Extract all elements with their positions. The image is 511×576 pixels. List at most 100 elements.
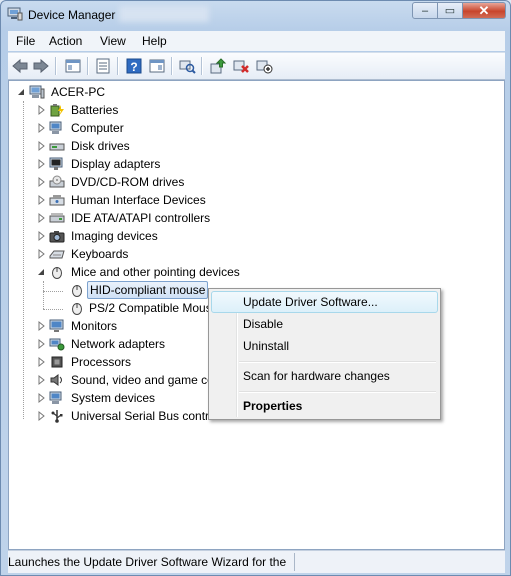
menu-action[interactable]: Action [49, 34, 82, 48]
tree-item-display-adapters[interactable]: Display adapters [9, 155, 309, 173]
expand-arrow-icon[interactable] [37, 209, 46, 227]
minimize-button[interactable]: – [412, 2, 438, 19]
forward-icon[interactable] [32, 57, 50, 75]
menu-bar: File Action View Help [8, 31, 505, 51]
tree-item-label-selected: HID-compliant mouse [87, 281, 209, 299]
tree-item-label: Sound, video and game controllers [71, 373, 214, 387]
menu-separator [239, 361, 436, 363]
scan-hardware-icon[interactable] [178, 57, 196, 75]
context-menu: Update Driver Software... Disable Uninst… [208, 288, 441, 420]
disable-menu-item[interactable]: Disable [211, 313, 438, 335]
tree-item-label: Disk drives [71, 139, 130, 153]
mouse-icon [52, 267, 62, 279]
display-adapter-icon [49, 157, 63, 170]
tree-item-label: Human Interface Devices [71, 193, 206, 207]
dvd-drive-icon [49, 175, 65, 188]
tree-item-label: Network adapters [71, 337, 166, 351]
computer-icon [29, 85, 45, 99]
battery-icon [50, 104, 64, 117]
disable-device-icon[interactable] [255, 57, 273, 75]
title-bar[interactable]: Device Manager – ▭ ✕ [1, 1, 510, 29]
expand-arrow-icon[interactable] [37, 371, 46, 389]
uninstall-icon[interactable] [232, 57, 250, 75]
uninstall-menu-item[interactable]: Uninstall [211, 335, 438, 357]
expand-arrow-icon[interactable] [37, 335, 46, 353]
tree-item-label: Monitors [71, 319, 118, 333]
tree-item-label: Display adapters [71, 157, 161, 171]
tree-item-dvd-cd-rom-drives[interactable]: DVD/CD-ROM drives [9, 173, 309, 191]
toolbar: ? [8, 52, 505, 80]
properties-menu-item[interactable]: Properties [211, 395, 438, 417]
status-bar: Launches the Update Driver Software Wiza… [8, 550, 505, 573]
tree-item-batteries[interactable]: Batteries [9, 101, 309, 119]
close-button[interactable]: ✕ [463, 2, 506, 19]
tree-item-label: Batteries [71, 103, 119, 117]
menu-help[interactable]: Help [142, 34, 167, 48]
usb-icon [51, 410, 63, 423]
blurred-title-area [119, 6, 209, 22]
processor-icon [51, 356, 63, 368]
tree-root[interactable]: ACER-PC [9, 83, 209, 101]
expand-arrow-icon[interactable] [37, 227, 46, 245]
scan-hardware-menu-item[interactable]: Scan for hardware changes [211, 365, 438, 387]
tree-root-label: ACER-PC [51, 85, 106, 99]
tree-item-disk-drives[interactable]: Disk drives [9, 137, 309, 155]
ide-controller-icon [49, 213, 65, 223]
expand-arrow-icon[interactable] [37, 119, 46, 137]
expand-arrow-icon[interactable] [37, 407, 46, 425]
device-manager-window: Device Manager – ▭ ✕ File Action View He… [0, 0, 511, 576]
camera-icon [49, 231, 65, 243]
tree-item-usb-controllers[interactable]: Universal Serial Bus controllers [9, 407, 234, 425]
keyboard-icon [49, 250, 65, 259]
update-driver-menu-item[interactable]: Update Driver Software... [211, 291, 438, 313]
mouse-icon [72, 285, 82, 297]
svg-text:?: ? [130, 60, 137, 74]
tree-item-mice[interactable]: Mice and other pointing devices [9, 263, 309, 281]
expand-arrow-icon[interactable] [37, 245, 46, 263]
status-divider [294, 553, 295, 571]
maximize-icon: ▭ [444, 5, 456, 17]
device-manager-icon [7, 7, 23, 21]
expand-arrow-icon[interactable] [37, 389, 46, 407]
collapse-arrow-icon[interactable] [37, 263, 46, 281]
help-icon[interactable]: ? [125, 57, 143, 75]
expand-arrow-icon[interactable] [37, 137, 46, 155]
tree-item-label: Mice and other pointing devices [71, 265, 240, 279]
expand-arrow-icon[interactable] [37, 191, 46, 209]
expand-arrow-icon[interactable] [37, 101, 46, 119]
menu-view[interactable]: View [100, 34, 126, 48]
tree-item-keyboards[interactable]: Keyboards [9, 245, 309, 263]
tree-item-label: Imaging devices [71, 229, 158, 243]
tree-item-label: Keyboards [71, 247, 129, 261]
show-hide-console-tree-icon[interactable] [64, 57, 82, 75]
disk-drive-icon [49, 143, 65, 151]
action-pane-icon[interactable] [148, 57, 166, 75]
status-text: Launches the Update Driver Software Wiza… [8, 555, 288, 569]
menu-separator [239, 391, 436, 393]
expand-arrow-icon[interactable] [37, 173, 46, 191]
minimize-icon: – [421, 4, 429, 17]
maximize-button[interactable]: ▭ [438, 2, 463, 19]
tree-item-label: IDE ATA/ATAPI controllers [71, 211, 211, 225]
tree-item-label: DVD/CD-ROM drives [71, 175, 185, 189]
expand-arrow-icon[interactable] [37, 353, 46, 371]
monitor-icon [49, 319, 64, 332]
tree-item-sound-video[interactable]: Sound, video and game controllers [9, 371, 214, 389]
network-adapter-icon [49, 338, 65, 351]
tree-item-label: PS/2 Compatible Mouse [89, 301, 219, 315]
menu-file[interactable]: File [16, 34, 35, 48]
close-icon: ✕ [478, 2, 490, 18]
tree-item-label: System devices [71, 391, 156, 405]
system-device-icon [49, 391, 62, 404]
back-icon[interactable] [11, 57, 29, 75]
tree-item-ide-controllers[interactable]: IDE ATA/ATAPI controllers [9, 209, 309, 227]
expand-arrow-icon[interactable] [37, 317, 46, 335]
update-driver-icon[interactable] [209, 57, 227, 75]
tree-item-imaging-devices[interactable]: Imaging devices [9, 227, 309, 245]
tree-item-computer[interactable]: Computer [9, 119, 309, 137]
hid-icon [49, 195, 65, 206]
expand-arrow-icon[interactable] [37, 155, 46, 173]
collapse-arrow-icon[interactable] [17, 83, 26, 101]
properties-icon[interactable] [94, 57, 112, 75]
tree-item-human-interface-devices[interactable]: Human Interface Devices [9, 191, 309, 209]
